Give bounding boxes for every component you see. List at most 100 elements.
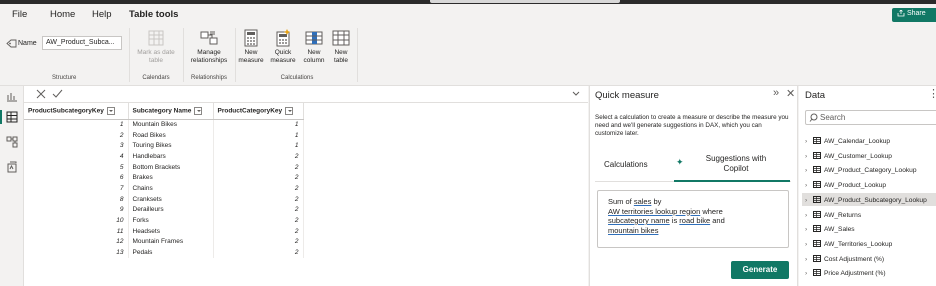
cell-subcategory-name[interactable]: Cranksets	[128, 193, 214, 205]
field-list-item[interactable]: › AW_Territories_Lookup	[802, 237, 936, 250]
field-list-item[interactable]: › AW_Sales	[802, 222, 936, 235]
commit-formula-icon[interactable]	[52, 89, 63, 99]
cell-subcategory-name[interactable]: Chains	[128, 183, 214, 194]
table-row[interactable]: 10 Forks 2	[24, 215, 304, 226]
share-button[interactable]: Share	[892, 8, 936, 22]
table-row[interactable]: 8 Cranksets 2	[24, 193, 304, 205]
cell-category-key[interactable]: 2	[213, 247, 304, 258]
field-list-item[interactable]: › AW_Product_Lookup	[802, 178, 936, 191]
chevron-right-icon[interactable]: ›	[805, 270, 813, 277]
cell-category-key[interactable]: 1	[213, 140, 304, 152]
column-header[interactable]: Subcategory Name	[128, 103, 214, 120]
cell-subcategory-name[interactable]: Mountain Bikes	[128, 119, 214, 130]
copilot-prompt-input[interactable]: Sum of sales by AW territories lookup re…	[597, 190, 789, 248]
table-row[interactable]: 9 Derailleurs 2	[24, 204, 304, 216]
table-row[interactable]: 4 Handlebars 2	[24, 151, 304, 162]
cell-subcategory-name[interactable]: Road Bikes	[128, 129, 214, 141]
menu-home[interactable]: Home	[50, 9, 75, 20]
table-view-icon[interactable]	[6, 111, 18, 123]
cell-category-key[interactable]: 2	[213, 183, 304, 194]
cell-category-key[interactable]: 2	[213, 151, 304, 162]
chevron-right-icon[interactable]: ›	[805, 241, 813, 248]
new-column-button[interactable]: New column	[301, 29, 327, 65]
cell-category-key[interactable]: 2	[213, 172, 304, 184]
table-name-input[interactable]: AW_Product_Subca...	[42, 36, 122, 50]
cell-category-key[interactable]: 2	[213, 225, 304, 237]
chevron-right-icon[interactable]: ›	[805, 212, 813, 219]
quick-measure-button[interactable]: Quick measure	[268, 29, 298, 65]
mark-as-date-table-button[interactable]: Mark as date table	[131, 29, 181, 65]
cell-category-key[interactable]: 2	[213, 215, 304, 226]
more-options-icon[interactable]: ⋮	[928, 87, 936, 100]
table-row[interactable]: 6 Brakes 2	[24, 172, 304, 184]
cell-subcategory-key[interactable]: 9	[24, 204, 129, 216]
new-measure-button[interactable]: New measure	[237, 29, 265, 65]
field-list-item[interactable]: › Cost Adjustment (%)	[802, 252, 936, 265]
cell-subcategory-name[interactable]: Headsets	[128, 225, 214, 237]
field-list-item[interactable]: › AW_Customer_Lookup	[802, 149, 936, 162]
menu-file[interactable]: File	[12, 9, 27, 20]
chevron-right-icon[interactable]: ›	[805, 226, 813, 233]
chevron-right-icon[interactable]: ›	[805, 197, 813, 204]
cell-category-key[interactable]: 2	[213, 161, 304, 173]
cell-subcategory-name[interactable]: Pedals	[128, 247, 214, 258]
table-row[interactable]: 12 Mountain Frames 2	[24, 236, 304, 248]
cell-subcategory-key[interactable]: 3	[24, 140, 129, 152]
cell-subcategory-key[interactable]: 2	[24, 129, 129, 141]
table-row[interactable]: 3 Touring Bikes 1	[24, 140, 304, 152]
model-view-icon[interactable]	[6, 136, 18, 148]
tab-suggestions-copilot[interactable]: Suggestions with Copilot	[694, 154, 778, 174]
table-row[interactable]: 11 Headsets 2	[24, 225, 304, 237]
report-view-icon[interactable]	[6, 90, 18, 102]
search-input[interactable]: Search	[805, 110, 936, 125]
new-table-button[interactable]: New table	[329, 29, 353, 65]
cell-subcategory-name[interactable]: Brakes	[128, 172, 214, 184]
field-list-item[interactable]: › AW_Returns	[802, 208, 936, 221]
table-row[interactable]: 7 Chains 2	[24, 183, 304, 194]
chevron-right-icon[interactable]: ›	[805, 167, 813, 174]
cell-subcategory-name[interactable]: Handlebars	[128, 151, 214, 162]
menu-table-tools[interactable]: Table tools	[129, 9, 178, 20]
chevron-right-icon[interactable]: ›	[805, 153, 813, 160]
cell-subcategory-name[interactable]: Forks	[128, 215, 214, 226]
column-filter-icon[interactable]	[106, 106, 115, 115]
cell-subcategory-key[interactable]: 4	[24, 151, 129, 162]
column-header[interactable]: ProductSubcategoryKey	[24, 103, 129, 120]
cell-category-key[interactable]: 1	[213, 129, 304, 141]
cell-category-key[interactable]: 1	[213, 119, 304, 130]
cell-category-key[interactable]: 2	[213, 193, 304, 205]
column-filter-icon[interactable]	[285, 106, 294, 115]
close-icon[interactable]: ✕	[786, 87, 795, 100]
field-list-item[interactable]: › AW_Product_Category_Lookup	[802, 163, 936, 176]
field-list-item[interactable]: › AW_Product_Subcategory_Lookup	[802, 192, 936, 206]
cancel-formula-icon[interactable]	[36, 89, 46, 99]
cell-subcategory-name[interactable]: Touring Bikes	[128, 140, 214, 152]
cell-subcategory-key[interactable]: 1	[24, 119, 129, 130]
cell-subcategory-key[interactable]: 6	[24, 172, 129, 184]
table-row[interactable]: 13 Pedals 2	[24, 247, 304, 258]
generate-button[interactable]: Generate	[731, 261, 789, 279]
cell-category-key[interactable]: 2	[213, 204, 304, 216]
chevron-right-icon[interactable]: ›	[805, 182, 813, 189]
chevron-right-icon[interactable]: ›	[805, 138, 813, 145]
title-search-stub[interactable]	[430, 0, 620, 3]
cell-subcategory-name[interactable]: Derailleurs	[128, 204, 214, 216]
cell-subcategory-key[interactable]: 13	[24, 247, 129, 258]
field-list-item[interactable]: › AW_Calendar_Lookup	[802, 134, 936, 147]
cell-category-key[interactable]: 2	[213, 236, 304, 248]
cell-subcategory-key[interactable]: 8	[24, 193, 129, 205]
chevron-down-icon[interactable]	[572, 91, 580, 97]
cell-subcategory-key[interactable]: 7	[24, 183, 129, 194]
column-filter-icon[interactable]	[194, 106, 203, 115]
cell-subcategory-key[interactable]: 12	[24, 236, 129, 248]
table-row[interactable]: 2 Road Bikes 1	[24, 129, 304, 141]
field-list-item[interactable]: › Price Adjustment (%)	[802, 266, 936, 279]
dax-query-view-icon[interactable]	[6, 161, 18, 173]
cell-subcategory-key[interactable]: 11	[24, 225, 129, 237]
cell-subcategory-name[interactable]: Mountain Frames	[128, 236, 214, 248]
table-row[interactable]: 1 Mountain Bikes 1	[24, 119, 304, 130]
cell-subcategory-key[interactable]: 5	[24, 161, 129, 173]
menu-help[interactable]: Help	[92, 9, 112, 20]
cell-subcategory-key[interactable]: 10	[24, 215, 129, 226]
cell-subcategory-name[interactable]: Bottom Brackets	[128, 161, 214, 173]
